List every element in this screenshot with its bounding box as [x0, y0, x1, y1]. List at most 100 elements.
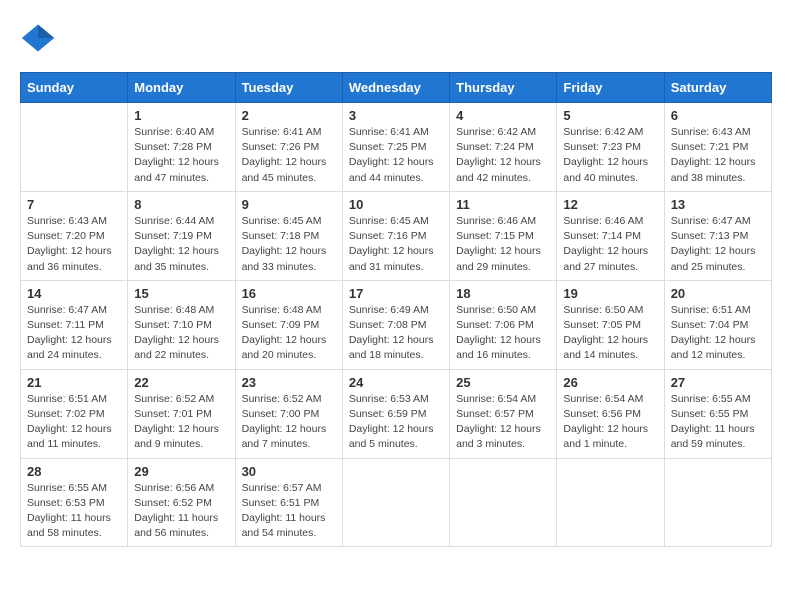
- day-number: 28: [27, 464, 121, 479]
- calendar-cell: [557, 458, 664, 547]
- day-info: Sunrise: 6:53 AMSunset: 6:59 PMDaylight:…: [349, 392, 443, 453]
- calendar-cell: 5 Sunrise: 6:42 AMSunset: 7:23 PMDaylight…: [557, 103, 664, 192]
- calendar-cell: [342, 458, 449, 547]
- calendar-cell: 20 Sunrise: 6:51 AMSunset: 7:04 PMDayligh…: [664, 280, 771, 369]
- day-number: 2: [242, 108, 336, 123]
- day-number: 20: [671, 286, 765, 301]
- calendar-cell: [21, 103, 128, 192]
- day-info: Sunrise: 6:57 AMSunset: 6:51 PMDaylight:…: [242, 481, 336, 542]
- day-info: Sunrise: 6:52 AMSunset: 7:01 PMDaylight:…: [134, 392, 228, 453]
- calendar-cell: 7 Sunrise: 6:43 AMSunset: 7:20 PMDaylight…: [21, 191, 128, 280]
- day-number: 27: [671, 375, 765, 390]
- calendar-cell: 2 Sunrise: 6:41 AMSunset: 7:26 PMDaylight…: [235, 103, 342, 192]
- calendar-cell: 15 Sunrise: 6:48 AMSunset: 7:10 PMDayligh…: [128, 280, 235, 369]
- day-info: Sunrise: 6:42 AMSunset: 7:24 PMDaylight:…: [456, 125, 550, 186]
- day-number: 17: [349, 286, 443, 301]
- day-number: 9: [242, 197, 336, 212]
- day-number: 23: [242, 375, 336, 390]
- day-number: 6: [671, 108, 765, 123]
- day-number: 21: [27, 375, 121, 390]
- day-number: 4: [456, 108, 550, 123]
- day-info: Sunrise: 6:50 AMSunset: 7:06 PMDaylight:…: [456, 303, 550, 364]
- day-info: Sunrise: 6:48 AMSunset: 7:09 PMDaylight:…: [242, 303, 336, 364]
- day-info: Sunrise: 6:46 AMSunset: 7:15 PMDaylight:…: [456, 214, 550, 275]
- day-info: Sunrise: 6:45 AMSunset: 7:18 PMDaylight:…: [242, 214, 336, 275]
- day-info: Sunrise: 6:40 AMSunset: 7:28 PMDaylight:…: [134, 125, 228, 186]
- day-number: 16: [242, 286, 336, 301]
- calendar-cell: 19 Sunrise: 6:50 AMSunset: 7:05 PMDayligh…: [557, 280, 664, 369]
- calendar-cell: 12 Sunrise: 6:46 AMSunset: 7:14 PMDayligh…: [557, 191, 664, 280]
- week-row-3: 14 Sunrise: 6:47 AMSunset: 7:11 PMDayligh…: [21, 280, 772, 369]
- calendar-cell: 11 Sunrise: 6:46 AMSunset: 7:15 PMDayligh…: [450, 191, 557, 280]
- calendar-cell: 24 Sunrise: 6:53 AMSunset: 6:59 PMDayligh…: [342, 369, 449, 458]
- calendar-cell: 29 Sunrise: 6:56 AMSunset: 6:52 PMDayligh…: [128, 458, 235, 547]
- calendar-cell: 25 Sunrise: 6:54 AMSunset: 6:57 PMDayligh…: [450, 369, 557, 458]
- calendar-cell: [664, 458, 771, 547]
- logo: [20, 20, 60, 56]
- day-header-wednesday: Wednesday: [342, 73, 449, 103]
- calendar-cell: 13Sunrise: 6:47 AMSunset: 7:13 PMDayligh…: [664, 191, 771, 280]
- day-number: 7: [27, 197, 121, 212]
- header-row: SundayMondayTuesdayWednesdayThursdayFrid…: [21, 73, 772, 103]
- day-number: 22: [134, 375, 228, 390]
- day-header-thursday: Thursday: [450, 73, 557, 103]
- day-header-tuesday: Tuesday: [235, 73, 342, 103]
- day-info: Sunrise: 6:52 AMSunset: 7:00 PMDaylight:…: [242, 392, 336, 453]
- day-number: 5: [563, 108, 657, 123]
- day-header-saturday: Saturday: [664, 73, 771, 103]
- calendar-cell: 23 Sunrise: 6:52 AMSunset: 7:00 PMDayligh…: [235, 369, 342, 458]
- calendar-cell: 17Sunrise: 6:49 AMSunset: 7:08 PMDayligh…: [342, 280, 449, 369]
- day-info: Sunrise: 6:55 AMSunset: 6:53 PMDaylight:…: [27, 481, 121, 542]
- calendar-cell: 8 Sunrise: 6:44 AMSunset: 7:19 PMDaylight…: [128, 191, 235, 280]
- week-row-1: 1 Sunrise: 6:40 AMSunset: 7:28 PMDaylight…: [21, 103, 772, 192]
- calendar-cell: 26Sunrise: 6:54 AMSunset: 6:56 PMDayligh…: [557, 369, 664, 458]
- page-header: [20, 20, 772, 56]
- day-number: 14: [27, 286, 121, 301]
- day-info: Sunrise: 6:54 AMSunset: 6:57 PMDaylight:…: [456, 392, 550, 453]
- day-info: Sunrise: 6:50 AMSunset: 7:05 PMDaylight:…: [563, 303, 657, 364]
- calendar-cell: 18 Sunrise: 6:50 AMSunset: 7:06 PMDayligh…: [450, 280, 557, 369]
- calendar-cell: 21Sunrise: 6:51 AMSunset: 7:02 PMDayligh…: [21, 369, 128, 458]
- calendar-cell: 3Sunrise: 6:41 AMSunset: 7:25 PMDaylight…: [342, 103, 449, 192]
- day-number: 25: [456, 375, 550, 390]
- day-number: 15: [134, 286, 228, 301]
- calendar-cell: 1 Sunrise: 6:40 AMSunset: 7:28 PMDaylight…: [128, 103, 235, 192]
- day-info: Sunrise: 6:45 AMSunset: 7:16 PMDaylight:…: [349, 214, 443, 275]
- day-info: Sunrise: 6:43 AMSunset: 7:21 PMDaylight:…: [671, 125, 765, 186]
- calendar-cell: 4 Sunrise: 6:42 AMSunset: 7:24 PMDaylight…: [450, 103, 557, 192]
- day-number: 29: [134, 464, 228, 479]
- day-number: 26: [563, 375, 657, 390]
- day-number: 12: [563, 197, 657, 212]
- calendar-cell: 14 Sunrise: 6:47 AMSunset: 7:11 PMDayligh…: [21, 280, 128, 369]
- calendar-cell: 16 Sunrise: 6:48 AMSunset: 7:09 PMDayligh…: [235, 280, 342, 369]
- day-info: Sunrise: 6:41 AMSunset: 7:26 PMDaylight:…: [242, 125, 336, 186]
- day-number: 18: [456, 286, 550, 301]
- day-number: 1: [134, 108, 228, 123]
- calendar-cell: 28 Sunrise: 6:55 AMSunset: 6:53 PMDayligh…: [21, 458, 128, 547]
- day-number: 19: [563, 286, 657, 301]
- day-info: Sunrise: 6:47 AMSunset: 7:11 PMDaylight:…: [27, 303, 121, 364]
- day-number: 24: [349, 375, 443, 390]
- day-info: Sunrise: 6:51 AMSunset: 7:04 PMDaylight:…: [671, 303, 765, 364]
- day-number: 10: [349, 197, 443, 212]
- day-number: 11: [456, 197, 550, 212]
- day-number: 8: [134, 197, 228, 212]
- day-info: Sunrise: 6:56 AMSunset: 6:52 PMDaylight:…: [134, 481, 228, 542]
- calendar-table: SundayMondayTuesdayWednesdayThursdayFrid…: [20, 72, 772, 547]
- week-row-5: 28 Sunrise: 6:55 AMSunset: 6:53 PMDayligh…: [21, 458, 772, 547]
- day-header-friday: Friday: [557, 73, 664, 103]
- day-info: Sunrise: 6:43 AMSunset: 7:20 PMDaylight:…: [27, 214, 121, 275]
- week-row-2: 7 Sunrise: 6:43 AMSunset: 7:20 PMDaylight…: [21, 191, 772, 280]
- day-info: Sunrise: 6:48 AMSunset: 7:10 PMDaylight:…: [134, 303, 228, 364]
- calendar-cell: 9 Sunrise: 6:45 AMSunset: 7:18 PMDaylight…: [235, 191, 342, 280]
- day-header-sunday: Sunday: [21, 73, 128, 103]
- calendar-cell: 27Sunrise: 6:55 AMSunset: 6:55 PMDayligh…: [664, 369, 771, 458]
- day-number: 30: [242, 464, 336, 479]
- calendar-cell: 6 Sunrise: 6:43 AMSunset: 7:21 PMDaylight…: [664, 103, 771, 192]
- day-info: Sunrise: 6:42 AMSunset: 7:23 PMDaylight:…: [563, 125, 657, 186]
- day-info: Sunrise: 6:46 AMSunset: 7:14 PMDaylight:…: [563, 214, 657, 275]
- week-row-4: 21Sunrise: 6:51 AMSunset: 7:02 PMDayligh…: [21, 369, 772, 458]
- calendar-cell: 10 Sunrise: 6:45 AMSunset: 7:16 PMDayligh…: [342, 191, 449, 280]
- calendar-cell: 30 Sunrise: 6:57 AMSunset: 6:51 PMDayligh…: [235, 458, 342, 547]
- day-info: Sunrise: 6:44 AMSunset: 7:19 PMDaylight:…: [134, 214, 228, 275]
